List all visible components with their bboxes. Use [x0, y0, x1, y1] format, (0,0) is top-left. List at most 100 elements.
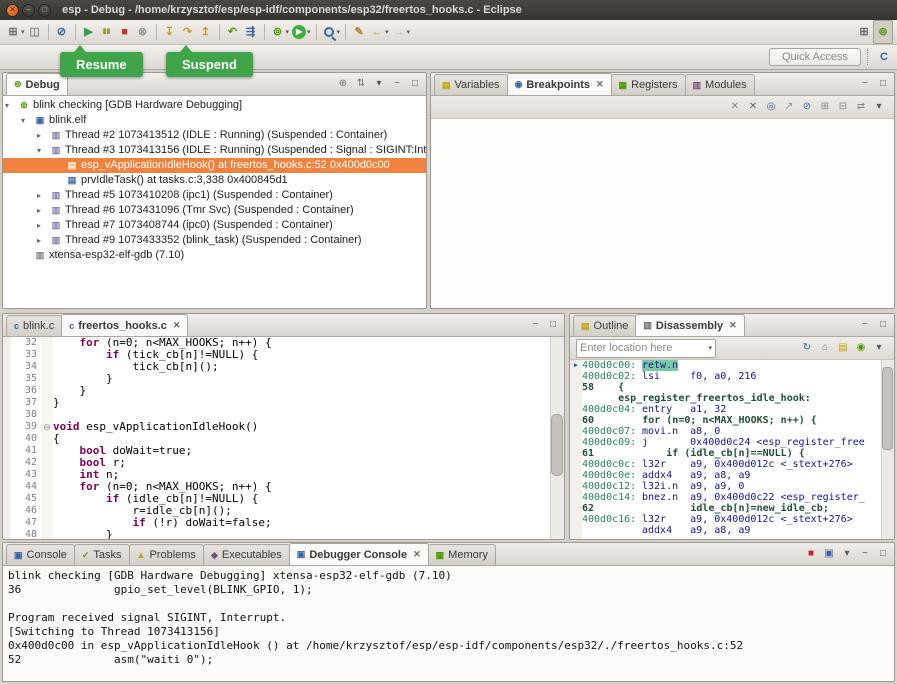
debug-misc-icon[interactable]: ⊕: [335, 76, 351, 92]
disassembly-scrollbar[interactable]: [881, 360, 894, 539]
go-to-file-for-breakpoint-icon[interactable]: ↗: [781, 99, 797, 115]
skip-all-breakpoints-icon[interactable]: ⊘: [53, 21, 71, 43]
minimize-icon[interactable]: −: [857, 317, 873, 333]
fold-marker[interactable]: [41, 361, 53, 373]
disassembly-scrollbar-thumb[interactable]: [882, 367, 893, 450]
tab-close-icon[interactable]: [729, 320, 737, 331]
step-return-icon[interactable]: ↥: [197, 21, 215, 43]
tab-outline[interactable]: ▤ Outline: [573, 315, 636, 336]
tab-debugger-console[interactable]: ▣ Debugger Console: [289, 543, 429, 565]
disassembly-line[interactable]: addx4 a9, a8, a9: [570, 525, 882, 536]
dropdown-arrow-icon[interactable]: [708, 344, 712, 352]
fold-marker[interactable]: [41, 445, 53, 457]
fold-marker[interactable]: [41, 457, 53, 469]
tree-twisty-icon[interactable]: ▸: [3, 203, 49, 218]
view-menu-icon[interactable]: ▾: [371, 76, 387, 92]
fold-marker[interactable]: [41, 385, 53, 397]
fold-marker[interactable]: [41, 373, 53, 385]
track-pc-icon[interactable]: ◉: [853, 340, 869, 356]
quick-access-button[interactable]: Quick Access: [769, 48, 861, 66]
editor-scrollbar-thumb[interactable]: [551, 414, 563, 477]
disassembly-line[interactable]: 400d0c0e: addx4 a9, a8, a9: [570, 470, 882, 481]
dropdown-arrow-icon[interactable]: [337, 28, 341, 36]
editor-line[interactable]: 36 }: [3, 385, 551, 397]
debug-tree-row[interactable]: ▸ ▥ Thread #6 1073431096 (Tmr Svc) (Susp…: [3, 203, 426, 218]
disassembly-line[interactable]: 400d0c04: entry a1, 32: [570, 404, 882, 415]
search-icon[interactable]: [321, 21, 342, 43]
back-icon[interactable]: ←: [368, 21, 390, 43]
remove-all-breakpoints-icon[interactable]: ✕: [745, 99, 761, 115]
tab-registers[interactable]: ▦ Registers: [611, 74, 686, 95]
tree-twisty-icon[interactable]: ▸: [3, 218, 49, 233]
tab-memory[interactable]: ▦ Memory: [428, 544, 496, 565]
tree-twisty-icon[interactable]: ▾: [3, 143, 49, 158]
fold-marker[interactable]: [41, 397, 53, 409]
maximize-icon[interactable]: □: [407, 76, 423, 92]
tab-close-icon[interactable]: [173, 320, 181, 331]
maximize-icon[interactable]: □: [875, 317, 891, 333]
debug-tree-row[interactable]: ▸ ▥ Thread #5 1073410208 (ipc1) (Suspend…: [3, 188, 426, 203]
remove-selected-breakpoints-icon[interactable]: ✕: [727, 99, 743, 115]
home-icon[interactable]: ⌂: [817, 340, 833, 356]
maximize-button[interactable]: □: [38, 4, 51, 17]
disassembly-line[interactable]: 400d0c0c: l32r a9, 0x400d012c <_stext+27…: [570, 459, 882, 470]
step-into-icon[interactable]: ↧: [161, 21, 179, 43]
dropdown-arrow-icon[interactable]: [385, 28, 389, 36]
tab-close-icon[interactable]: [596, 79, 604, 90]
tab-close-icon[interactable]: [413, 549, 421, 560]
tab-debug[interactable]: ⊚ Debug: [6, 73, 68, 95]
refresh-view-icon[interactable]: ↻: [799, 340, 815, 356]
disassembly-line[interactable]: 400d0c09: j 0x400d0c24 <esp_register_fre…: [570, 437, 882, 448]
fold-marker[interactable]: [41, 433, 53, 445]
fold-marker[interactable]: [41, 517, 53, 529]
new-wizard-icon[interactable]: ⊞: [4, 21, 26, 43]
disconnect-icon[interactable]: ⊗: [134, 21, 152, 43]
fold-marker[interactable]: [41, 337, 53, 349]
debug-icon[interactable]: ⊚: [269, 21, 291, 43]
tab-tasks[interactable]: ✓ Tasks: [74, 544, 130, 565]
tab-executables[interactable]: ◆ Executables: [203, 544, 290, 565]
save-icon[interactable]: ◫: [26, 21, 44, 43]
minimize-icon[interactable]: −: [527, 317, 543, 333]
resume-icon[interactable]: ▶: [80, 21, 98, 43]
close-button[interactable]: ✕: [6, 4, 19, 17]
disassembly-line[interactable]: 400d0c02: lsi f0, a0, 216: [570, 371, 882, 382]
dropdown-arrow-icon[interactable]: [286, 28, 290, 36]
debug-tree-row[interactable]: ▾ ⊚ blink checking [GDB Hardware Debuggi…: [3, 98, 426, 113]
debug-tree-row[interactable]: ▾ ▥ Thread #3 1073413156 (IDLE : Running…: [3, 143, 426, 158]
tab-freertos-hooks-c[interactable]: c freertos_hooks.c: [61, 314, 188, 336]
location-combo[interactable]: Enter location here: [576, 339, 716, 358]
terminate-icon[interactable]: ■: [803, 546, 819, 562]
console-output[interactable]: blink checking [GDB Hardware Debugging] …: [3, 566, 894, 681]
minimize-icon[interactable]: −: [857, 76, 873, 92]
suspend-icon[interactable]: ▮▮: [98, 21, 116, 43]
debug-tree-row[interactable]: ▤ prvIdleTask() at tasks.c:3,338 0x40084…: [3, 173, 426, 188]
disassembly-line[interactable]: 400d0c14: bnez.n a9, 0x400d0c22 <esp_reg…: [570, 492, 882, 503]
open-console-icon[interactable]: ▾: [839, 546, 855, 562]
run-icon[interactable]: ▶: [290, 21, 312, 43]
dropdown-arrow-icon[interactable]: [307, 28, 311, 36]
disassembly-line[interactable]: 400d0c07: movi.n a8, 0: [570, 426, 882, 437]
disassembly-line[interactable]: 400d0c16: l32r a9, 0x400d012c <_stext+27…: [570, 514, 882, 525]
tree-twisty-icon[interactable]: ▾: [3, 113, 33, 128]
minimize-icon[interactable]: −: [857, 546, 873, 562]
tab-breakpoints[interactable]: ◉ Breakpoints: [507, 73, 612, 95]
show-source-icon[interactable]: ▤: [835, 340, 851, 356]
disassembly-body[interactable]: 400d0c00: retw.n 400d0c02: lsi f0, a0, 2…: [570, 360, 894, 539]
tree-twisty-icon[interactable]: ▸: [3, 188, 49, 203]
debug-perspective-button[interactable]: ⊚: [873, 20, 893, 44]
disassembly-line[interactable]: esp_register_freertos_idle_hook:: [570, 393, 882, 404]
maximize-icon[interactable]: □: [875, 76, 891, 92]
fold-marker[interactable]: [41, 493, 53, 505]
disassembly-line[interactable]: 62 idle_cb[n]=new_idle_cb;: [570, 503, 882, 514]
minimize-button[interactable]: −: [22, 4, 35, 17]
fold-marker[interactable]: [41, 529, 53, 539]
instruction-stepping-icon[interactable]: ⇶: [242, 21, 260, 43]
disassembly-line[interactable]: 61 if (idle_cb[n]==NULL) {: [570, 448, 882, 459]
fold-marker[interactable]: [41, 349, 53, 361]
fold-marker[interactable]: [41, 409, 53, 421]
display-selected-console-icon[interactable]: ▣: [821, 546, 837, 562]
terminate-icon[interactable]: ■: [116, 21, 134, 43]
tab-blink-c[interactable]: c blink.c: [6, 315, 62, 336]
tab-modules[interactable]: ▥ Modules: [685, 74, 755, 95]
